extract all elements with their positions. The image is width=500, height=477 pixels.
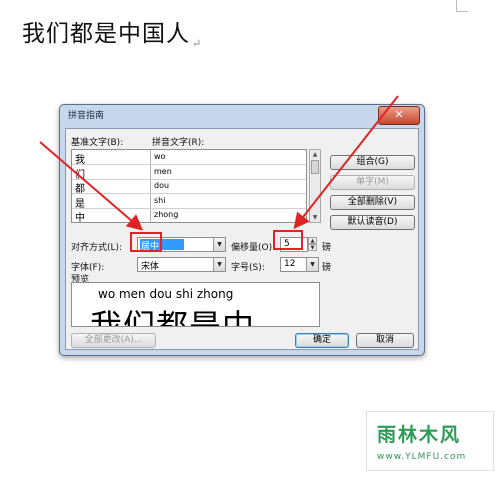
arrow-to-alignment-icon — [39, 141, 144, 231]
arrow-to-offset-icon — [293, 95, 399, 230]
logo-url: www.YLMFU.com — [377, 452, 467, 462]
annotation-arrows — [39, 95, 399, 231]
watermark-logo: 雨林木风 www.YLMFU.com — [366, 411, 494, 471]
logo-brand: 雨林木风 — [377, 424, 462, 446]
